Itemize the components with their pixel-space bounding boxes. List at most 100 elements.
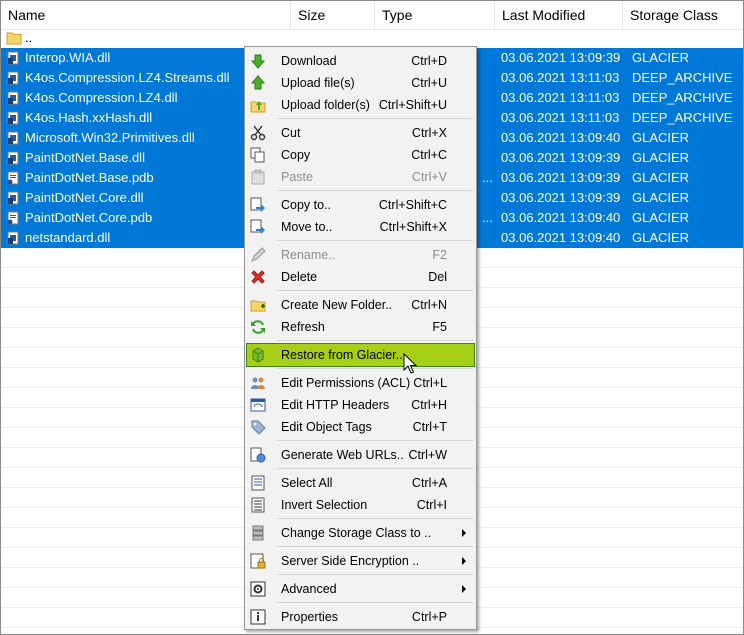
menu-item-label: Edit Object Tags [281, 420, 372, 434]
file-name: K4os.Hash.xxHash.dll [25, 110, 153, 125]
menu-item-refresh[interactable]: Refresh F5 [247, 316, 474, 338]
menu-item-label: Upload folder(s) [281, 98, 370, 112]
menu-separator [277, 190, 473, 191]
file-type [482, 68, 494, 88]
menu-item-copy[interactable]: Copy Ctrl+C [247, 144, 474, 166]
menu-separator [277, 574, 473, 575]
menu-item-move-to[interactable]: Move to.. Ctrl+Shift+X [247, 216, 474, 238]
column-header: Name Size Type Last Modified Storage Cla… [1, 1, 743, 30]
file-name: PaintDotNet.Core.pdb [25, 210, 153, 225]
context-menu: Download Ctrl+D Upload file(s) Ctrl+U Upload… [244, 46, 477, 630]
menu-item-delete[interactable]: Delete Del [247, 266, 474, 288]
download-icon [250, 54, 266, 69]
file-name: PaintDotNet.Base.dll [25, 150, 145, 165]
file-modified: 03.06.2021 13:09:40 [501, 230, 621, 245]
menu-item-properties[interactable]: Properties Ctrl+P [247, 606, 474, 628]
menu-item-label: Upload file(s) [281, 76, 355, 90]
menu-item-invert-selection[interactable]: Invert Selection Ctrl+I [247, 494, 474, 516]
dll-file-icon [7, 151, 19, 165]
menu-item-shortcut: F2 [432, 248, 447, 262]
menu-item-server-side-encryption[interactable]: Server Side Encryption .. [247, 550, 474, 572]
file-type [482, 88, 494, 108]
column-size-header[interactable]: Size [291, 1, 375, 29]
tag-icon [251, 420, 266, 435]
menu-item-shortcut: Ctrl+Shift+U [378, 98, 447, 112]
file-storage-class: GLACIER [632, 50, 690, 65]
menu-item-shortcut: Ctrl+U [411, 76, 447, 90]
menu-item-advanced[interactable]: Advanced [247, 578, 474, 600]
menu-item-shortcut: Ctrl+Shift+X [379, 220, 447, 234]
menu-item-cut[interactable]: Cut Ctrl+X [247, 122, 474, 144]
column-name-header[interactable]: Name [1, 1, 291, 29]
file-type [482, 148, 494, 168]
menu-item-download[interactable]: Download Ctrl+D [247, 50, 474, 72]
menu-item-shortcut: Ctrl+L [413, 376, 447, 390]
submenu-arrow-icon [462, 529, 466, 537]
file-modified: 03.06.2021 13:09:40 [501, 210, 621, 225]
menu-item-edit-permissions-acl[interactable]: Edit Permissions (ACL) Ctrl+L [247, 372, 474, 394]
copy-icon [250, 147, 265, 163]
menu-item-shortcut: Ctrl+A [411, 476, 447, 490]
menu-item-label: Copy to.. [281, 198, 332, 212]
menu-item-select-all[interactable]: Select All Ctrl+A [247, 472, 474, 494]
refresh-icon [251, 320, 265, 334]
menu-item-upload-file-s[interactable]: Upload file(s) Ctrl+U [247, 72, 474, 94]
file-type [482, 228, 494, 248]
upload-folder-icon [250, 101, 266, 113]
menu-item-label: Invert Selection [281, 498, 368, 512]
scissors-icon [250, 125, 266, 141]
menu-item-generate-web-urls[interactable]: Generate Web URLs.. Ctrl+W [247, 444, 474, 466]
storage-class-icon [252, 525, 264, 541]
file-storage-class: GLACIER [632, 150, 690, 165]
menu-item-shortcut: F5 [432, 320, 447, 334]
menu-item-edit-object-tags[interactable]: Edit Object Tags Ctrl+T [247, 416, 474, 438]
dll-file-icon [7, 91, 19, 105]
column-type-header[interactable]: Type [375, 1, 495, 29]
menu-item-label: Cut [281, 126, 301, 140]
upload-icon [250, 75, 266, 90]
menu-item-label: Select All [281, 476, 333, 490]
file-type [482, 128, 494, 148]
column-storage-header[interactable]: Storage Class [623, 1, 743, 29]
menu-item-shortcut: Ctrl+T [412, 420, 447, 434]
dll-file-icon [7, 111, 19, 125]
move-to-icon [250, 219, 265, 234]
file-modified: 03.06.2021 13:09:39 [501, 190, 621, 205]
menu-item-rename[interactable]: Rename.. F2 [247, 244, 474, 266]
file-storage-class: GLACIER [632, 170, 690, 185]
menu-item-change-storage-class-to[interactable]: Change Storage Class to .. [247, 522, 474, 544]
menu-item-create-new-folder[interactable]: Create New Folder.. Ctrl+N [247, 294, 474, 316]
menu-item-upload-folder-s[interactable]: Upload folder(s) Ctrl+Shift+U [247, 94, 474, 116]
file-name: Interop.WIA.dll [25, 50, 111, 65]
menu-item-edit-http-headers[interactable]: Edit HTTP Headers Ctrl+H [247, 394, 474, 416]
menu-separator [277, 602, 473, 603]
menu-item-shortcut: Ctrl+V [411, 170, 447, 184]
invert-selection-icon [251, 497, 265, 513]
dll-file-icon [7, 131, 19, 145]
column-modified-header[interactable]: Last Modified [495, 1, 623, 29]
menu-item-label: Server Side Encryption .. [281, 554, 420, 568]
menu-item-paste[interactable]: Paste Ctrl+V [247, 166, 474, 188]
properties-icon [250, 609, 266, 625]
parent-folder-row[interactable]: .. [1, 28, 743, 48]
menu-item-restore-from-glacier[interactable]: Restore from Glacier.. [246, 343, 475, 367]
file-name: netstandard.dll [25, 230, 111, 245]
submenu-arrow-icon [462, 557, 466, 565]
menu-item-label: Generate Web URLs.. [281, 448, 404, 462]
users-icon [251, 377, 265, 389]
menu-item-shortcut: Ctrl+W [408, 448, 447, 462]
menu-item-label: Edit Permissions (ACL) [281, 376, 411, 390]
menu-separator [277, 290, 473, 291]
menu-separator [277, 118, 473, 119]
file-storage-class: GLACIER [632, 190, 690, 205]
menu-item-shortcut: Ctrl+P [411, 610, 447, 624]
menu-item-copy-to[interactable]: Copy to.. Ctrl+Shift+C [247, 194, 474, 216]
paste-icon [251, 169, 265, 185]
menu-item-label: Properties [281, 610, 338, 624]
menu-item-label: Restore from Glacier.. [281, 348, 403, 362]
menu-item-shortcut: Ctrl+D [411, 54, 447, 68]
copy-to-icon [250, 197, 265, 212]
file-name: Microsoft.Win32.Primitives.dll [25, 130, 195, 145]
dll-file-icon [7, 191, 19, 205]
folder-icon [6, 32, 22, 45]
